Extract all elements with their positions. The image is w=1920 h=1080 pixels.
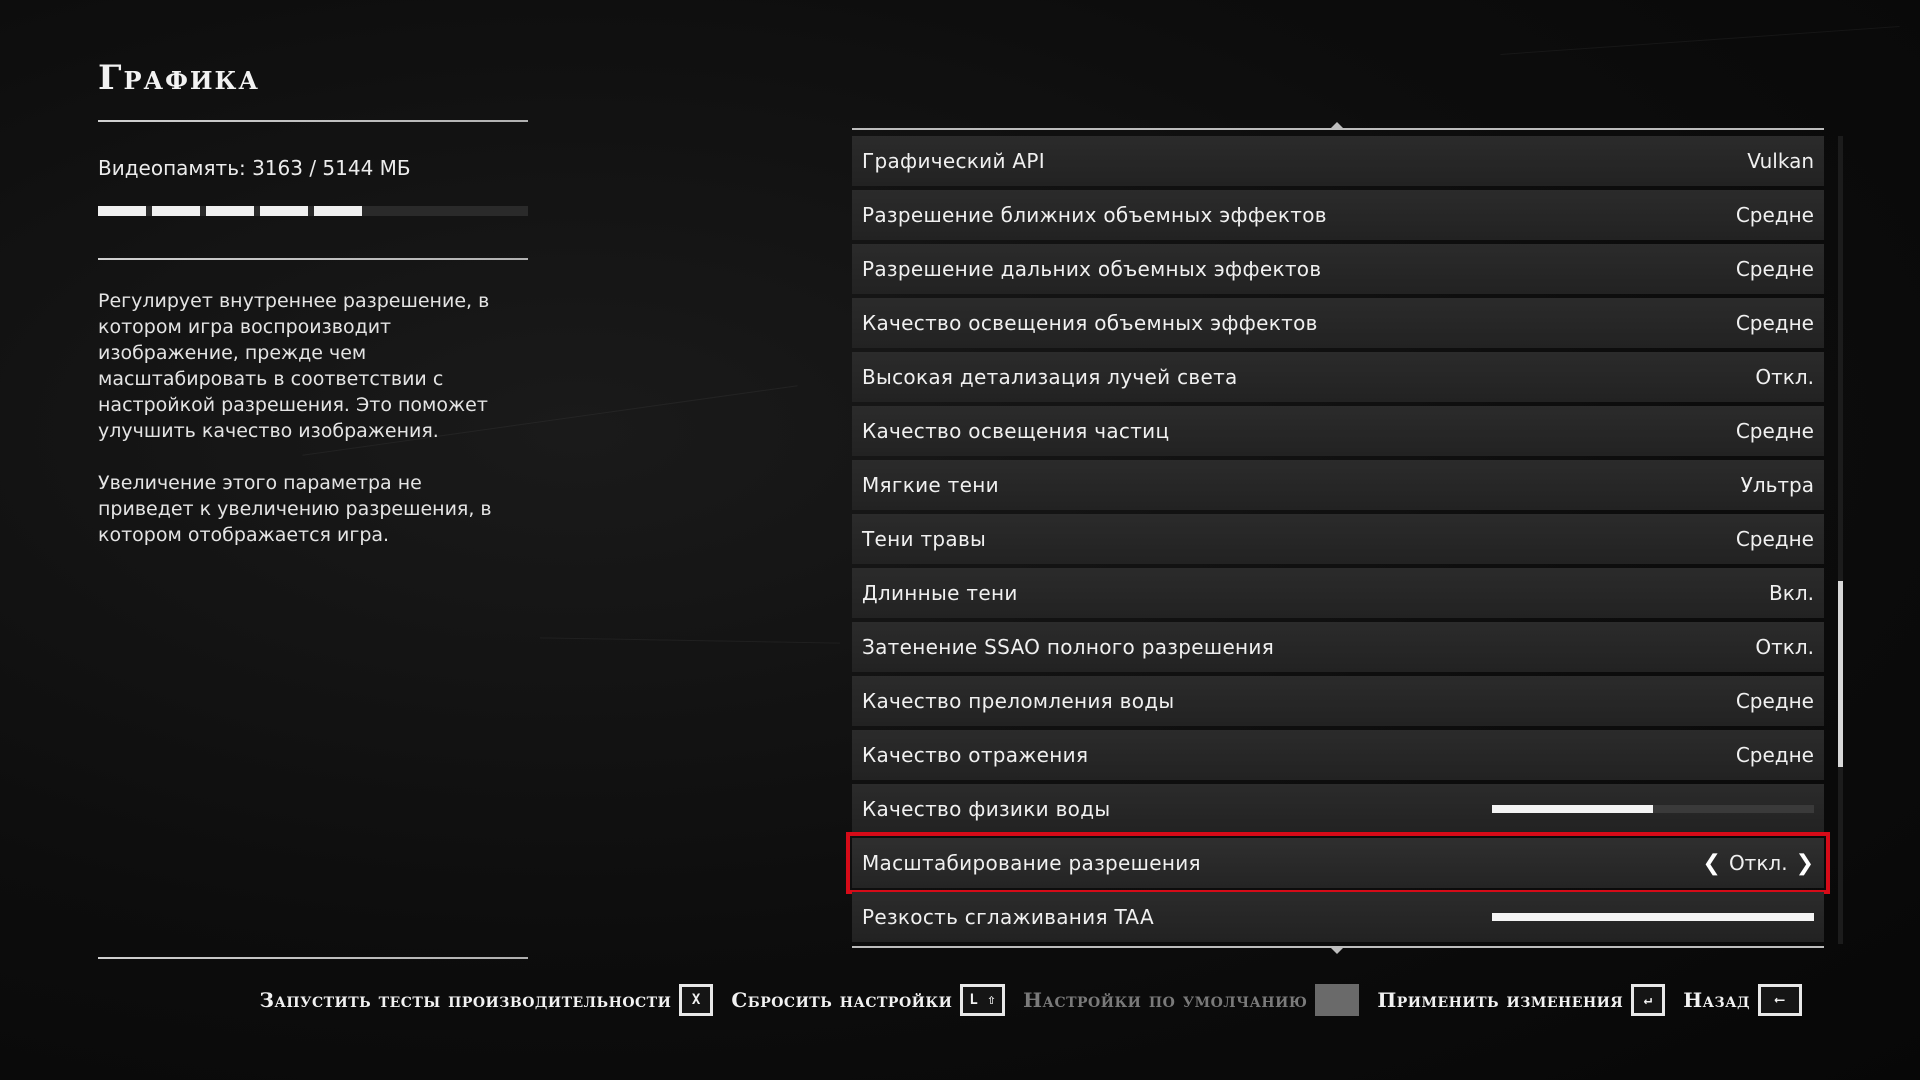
x-key-icon: X	[679, 984, 714, 1016]
vram-usage-bar	[98, 206, 528, 216]
setting-label: Качество преломления воды	[862, 689, 1175, 713]
slider-fill	[1492, 913, 1814, 921]
setting-label: Резкость сглаживания TAA	[862, 905, 1154, 929]
l-shift-key-icon: L ⇧	[960, 984, 1006, 1016]
back-action[interactable]: Назад ⟵	[1683, 984, 1802, 1016]
setting-label: Качество освещения частиц	[862, 419, 1170, 443]
bottom-divider	[98, 957, 528, 959]
setting-row-soft-shadows[interactable]: Мягкие тени Ультра	[852, 460, 1824, 510]
setting-value: Средне	[1735, 743, 1814, 767]
chevron-right-icon[interactable]: ❯	[1796, 851, 1814, 876]
vram-divider	[98, 258, 528, 260]
action-label: Назад	[1683, 988, 1750, 1012]
setting-value: Средне	[1735, 419, 1814, 443]
slider-fill	[1492, 805, 1653, 813]
setting-value: Средне	[1735, 203, 1814, 227]
setting-value: Средне	[1735, 311, 1814, 335]
setting-description: Регулирует внутреннее разрешение, в кото…	[98, 290, 492, 546]
vram-usage-fill	[98, 206, 363, 216]
setting-label: Масштабирование разрешения	[862, 851, 1201, 875]
setting-row-high-detail-light-shafts[interactable]: Высокая детализация лучей света Откл.	[852, 352, 1824, 402]
setting-label: Качество отражения	[862, 743, 1089, 767]
setting-label: Мягкие тени	[862, 473, 999, 497]
setting-value: Откл.	[1728, 851, 1788, 875]
vram-label: Видеопамять: 3163 / 5144 МБ	[98, 156, 411, 180]
background-scratch	[1500, 26, 1900, 55]
setting-row-far-volumetric-resolution[interactable]: Разрешение дальних объемных эффектов Сре…	[852, 244, 1824, 294]
setting-label: Тени травы	[862, 527, 987, 551]
setting-label: Качество физики воды	[862, 797, 1111, 821]
action-bar: Запустить тесты производительности X Сбр…	[260, 984, 1802, 1016]
setting-value: Откл.	[1755, 365, 1814, 389]
setting-row-graphics-api[interactable]: Графический API Vulkan	[852, 136, 1824, 186]
setting-label: Разрешение дальних объемных эффектов	[862, 257, 1322, 281]
backspace-key-icon: ⟵	[1758, 984, 1802, 1016]
background-scratch	[540, 637, 840, 644]
setting-row-long-shadows[interactable]: Длинные тени Вкл.	[852, 568, 1824, 618]
restore-defaults-action: Настройки по умолчанию ␣	[1023, 984, 1360, 1016]
page-title: Графика	[98, 58, 260, 98]
setting-label: Разрешение ближних объемных эффектов	[862, 203, 1327, 227]
setting-row-near-volumetric-resolution[interactable]: Разрешение ближних объемных эффектов Сре…	[852, 190, 1824, 240]
setting-row-reflection-quality[interactable]: Качество отражения Средне	[852, 730, 1824, 780]
space-key-icon: ␣	[1315, 984, 1360, 1016]
setting-label: Высокая детализация лучей света	[862, 365, 1238, 389]
setting-row-grass-shadows[interactable]: Тени травы Средне	[852, 514, 1824, 564]
setting-label: Затенение SSAO полного разрешения	[862, 635, 1275, 659]
setting-value: Vulkan	[1747, 149, 1814, 173]
setting-value: Ультра	[1740, 473, 1814, 497]
setting-value: Откл.	[1755, 635, 1814, 659]
run-benchmark-action[interactable]: Запустить тесты производительности X	[260, 984, 714, 1016]
action-label: Запустить тесты производительности	[259, 988, 672, 1012]
setting-value: Вкл.	[1769, 581, 1814, 605]
scroll-down-indicator[interactable]	[1330, 947, 1344, 954]
setting-value: Средне	[1735, 257, 1814, 281]
setting-row-water-physics-quality[interactable]: Качество физики воды	[852, 784, 1824, 834]
apply-changes-action[interactable]: Применить изменения ↵	[1377, 984, 1666, 1016]
reset-settings-action[interactable]: Сбросить настройки L ⇧	[731, 984, 1006, 1016]
graphics-settings-screen: Графика Видеопамять: 3163 / 5144 МБ Регу…	[0, 0, 1920, 1080]
setting-row-resolution-scaling[interactable]: Масштабирование разрешения ❮ Откл. ❯	[846, 832, 1830, 894]
chevron-left-icon[interactable]: ❮	[1703, 851, 1721, 876]
setting-label: Длинные тени	[862, 581, 1018, 605]
setting-label: Графический API	[862, 149, 1045, 173]
setting-value: Средне	[1735, 689, 1814, 713]
action-label: Сбросить настройки	[731, 988, 953, 1012]
setting-row-volumetric-lighting-quality[interactable]: Качество освещения объемных эффектов Сре…	[852, 298, 1824, 348]
setting-value: Средне	[1735, 527, 1814, 551]
settings-list: Графический API Vulkan Разрешение ближни…	[846, 136, 1830, 946]
setting-row-particle-lighting-quality[interactable]: Качество освещения частиц Средне	[852, 406, 1824, 456]
water-physics-slider[interactable]	[1492, 805, 1814, 813]
taa-sharpening-slider[interactable]	[1492, 913, 1814, 921]
scrollbar-thumb[interactable]	[1838, 580, 1843, 767]
setting-label: Качество освещения объемных эффектов	[862, 311, 1318, 335]
setting-row-water-refraction-quality[interactable]: Качество преломления воды Средне	[852, 676, 1824, 726]
setting-row-taa-sharpening[interactable]: Резкость сглаживания TAA	[852, 892, 1824, 942]
action-label: Настройки по умолчанию	[1023, 988, 1308, 1012]
title-divider	[98, 120, 528, 122]
action-label: Применить изменения	[1377, 988, 1624, 1012]
settings-scrollbar[interactable]	[1838, 136, 1843, 944]
setting-row-full-resolution-ssao[interactable]: Затенение SSAO полного разрешения Откл.	[852, 622, 1824, 672]
resolution-scaling-picker: ❮ Откл. ❯	[1703, 851, 1815, 876]
scroll-up-indicator[interactable]	[1330, 122, 1344, 129]
enter-key-icon: ↵	[1631, 984, 1666, 1016]
